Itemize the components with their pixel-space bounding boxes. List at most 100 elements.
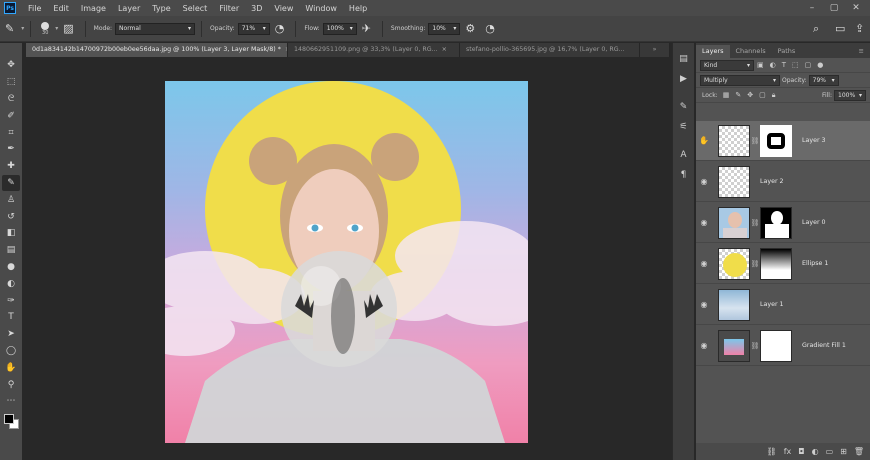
- tab-overflow-icon[interactable]: »: [640, 43, 670, 57]
- menu-window[interactable]: Window: [299, 4, 343, 13]
- eyedropper-icon[interactable]: ✒: [2, 141, 20, 158]
- eye-icon[interactable]: ◉: [696, 259, 712, 268]
- character-icon[interactable]: A: [676, 147, 692, 163]
- airbrush-icon[interactable]: ✈: [362, 22, 371, 35]
- menu-select[interactable]: Select: [177, 4, 214, 13]
- fx-icon[interactable]: fx: [784, 447, 792, 456]
- tab-document-2[interactable]: 1480662951109.png @ 33,3% (Layer 0, RG..…: [288, 43, 460, 57]
- marquee-icon[interactable]: ⬚: [2, 74, 20, 91]
- brush-tool-icon[interactable]: ✎: [5, 22, 14, 35]
- filter-pixel-icon[interactable]: ▣: [757, 61, 764, 69]
- type-icon[interactable]: T: [2, 309, 20, 326]
- shape-icon[interactable]: ◯: [2, 343, 20, 360]
- path-select-icon[interactable]: ➤: [2, 326, 20, 343]
- blur-icon[interactable]: ●: [2, 259, 20, 276]
- lock-transparent-icon[interactable]: ▦: [723, 91, 730, 99]
- layer-row-ellipse-1[interactable]: ◉ ⛓ Ellipse 1: [696, 244, 870, 284]
- eye-icon[interactable]: ◉: [696, 300, 712, 309]
- brush-settings-icon[interactable]: ▨: [63, 22, 73, 35]
- eye-icon[interactable]: ◉: [696, 218, 712, 227]
- menu-3d[interactable]: 3D: [245, 4, 268, 13]
- add-mask-icon[interactable]: ◘: [798, 447, 804, 456]
- maximize-icon[interactable]: ▢: [828, 2, 840, 14]
- blend-mode-select[interactable]: Multiply ▾: [700, 74, 780, 86]
- layer-mask-thumbnail[interactable]: [760, 206, 792, 239]
- layer-row-layer-0[interactable]: ◉ ⛓ Layer 0: [696, 203, 870, 243]
- crop-icon[interactable]: ⌗: [2, 124, 20, 141]
- layer-mask-thumbnail[interactable]: [760, 329, 792, 362]
- move-icon[interactable]: ✥: [2, 57, 20, 74]
- link-icon[interactable]: ⛓: [750, 342, 760, 350]
- pen-icon[interactable]: ✑: [2, 292, 20, 309]
- layer-row-layer-3[interactable]: ✋ ⛓ Layer 3: [696, 121, 870, 161]
- layer-name[interactable]: Layer 1: [760, 301, 784, 308]
- flow-field[interactable]: 100% ▾: [322, 22, 357, 35]
- filter-toggle-icon[interactable]: ●: [817, 61, 823, 69]
- link-icon[interactable]: ⛓: [750, 219, 760, 227]
- brush-preset-picker[interactable]: 30: [41, 21, 50, 36]
- history-icon[interactable]: ▤: [676, 51, 692, 67]
- menu-file[interactable]: File: [22, 4, 47, 13]
- opacity-field[interactable]: 71% ▾: [237, 22, 270, 35]
- menu-image[interactable]: Image: [75, 4, 112, 13]
- brush-settings-icon[interactable]: ✎: [676, 99, 692, 115]
- lasso-icon[interactable]: ᘓ: [2, 91, 20, 108]
- eye-icon[interactable]: ◉: [696, 177, 712, 186]
- layer-row-gradient-fill-1[interactable]: ◉ ⛓ Gradient Fill 1: [696, 326, 870, 366]
- quick-select-icon[interactable]: ✐: [2, 107, 20, 124]
- share-icon[interactable]: ⇪: [855, 22, 864, 35]
- gear-icon[interactable]: ⚙: [465, 22, 475, 35]
- panel-menu-icon[interactable]: ≡: [853, 45, 870, 58]
- new-layer-icon[interactable]: ⊞: [840, 447, 847, 456]
- fill-field[interactable]: 100% ▾: [834, 89, 866, 101]
- smoothing-field[interactable]: 10% ▾: [428, 22, 461, 35]
- menu-help[interactable]: Help: [343, 4, 373, 13]
- filter-kind-select[interactable]: Kind ▾: [700, 59, 754, 71]
- lock-artboard-icon[interactable]: ▢: [759, 91, 766, 99]
- brush-icon[interactable]: ✎: [2, 174, 20, 192]
- workspace-icon[interactable]: ▭: [835, 22, 845, 35]
- menu-type[interactable]: Type: [146, 4, 176, 13]
- foreground-color-swatch[interactable]: [4, 413, 14, 424]
- tab-layers[interactable]: Layers: [696, 45, 730, 58]
- layer-mask-thumbnail[interactable]: [760, 124, 792, 157]
- play-icon[interactable]: ▶: [676, 71, 692, 87]
- layer-name[interactable]: Ellipse 1: [802, 260, 828, 267]
- menu-filter[interactable]: Filter: [213, 4, 245, 13]
- adjustment-layer-icon[interactable]: ◐: [812, 447, 819, 456]
- tab-paths[interactable]: Paths: [772, 45, 802, 58]
- lock-all-icon[interactable]: 🔒︎: [772, 91, 776, 100]
- adjustments-icon[interactable]: ⚟: [676, 119, 692, 135]
- layer-row-layer-2[interactable]: ◉ Layer 2: [696, 162, 870, 202]
- eye-icon[interactable]: ✋: [696, 136, 712, 145]
- link-layers-icon[interactable]: ⛓: [767, 447, 777, 456]
- eraser-icon[interactable]: ◧: [2, 225, 20, 242]
- close-icon[interactable]: ✕: [850, 2, 862, 14]
- minimize-icon[interactable]: –: [806, 2, 818, 14]
- link-icon[interactable]: ⛓: [750, 137, 760, 145]
- canvas-area[interactable]: [26, 57, 670, 460]
- layer-name[interactable]: Layer 2: [760, 178, 784, 185]
- layer-row-layer-1[interactable]: ◉ Layer 1: [696, 285, 870, 325]
- link-icon[interactable]: ⛓: [750, 260, 760, 268]
- layer-opacity-field[interactable]: 79% ▾: [808, 74, 839, 86]
- search-icon[interactable]: ⌕: [813, 22, 819, 36]
- color-swatches[interactable]: [2, 412, 20, 432]
- chevron-down-icon[interactable]: ▾: [55, 25, 58, 32]
- filter-type-icon[interactable]: T: [782, 61, 786, 69]
- more-icon[interactable]: ⋯: [2, 393, 20, 410]
- chevron-down-icon[interactable]: ▾: [21, 25, 24, 32]
- artwork-image[interactable]: [165, 81, 528, 443]
- close-icon[interactable]: ×: [442, 46, 447, 53]
- tab-channels[interactable]: Channels: [730, 45, 772, 58]
- trash-icon[interactable]: 🗑︎: [854, 447, 864, 456]
- tab-document-3[interactable]: stefano-pollio-365695.jpg @ 16,7% (Layer…: [460, 43, 640, 57]
- paragraph-icon[interactable]: ¶: [676, 167, 692, 183]
- pressure-size-icon[interactable]: ◔: [485, 22, 495, 35]
- history-brush-icon[interactable]: ↺: [2, 208, 20, 225]
- stamp-icon[interactable]: ♙: [2, 191, 20, 208]
- hand-icon[interactable]: ✋: [2, 359, 20, 376]
- filter-smart-icon[interactable]: ▢: [805, 61, 812, 69]
- filter-adjustment-icon[interactable]: ◐: [770, 61, 776, 69]
- filter-shape-icon[interactable]: ⬚: [792, 61, 799, 69]
